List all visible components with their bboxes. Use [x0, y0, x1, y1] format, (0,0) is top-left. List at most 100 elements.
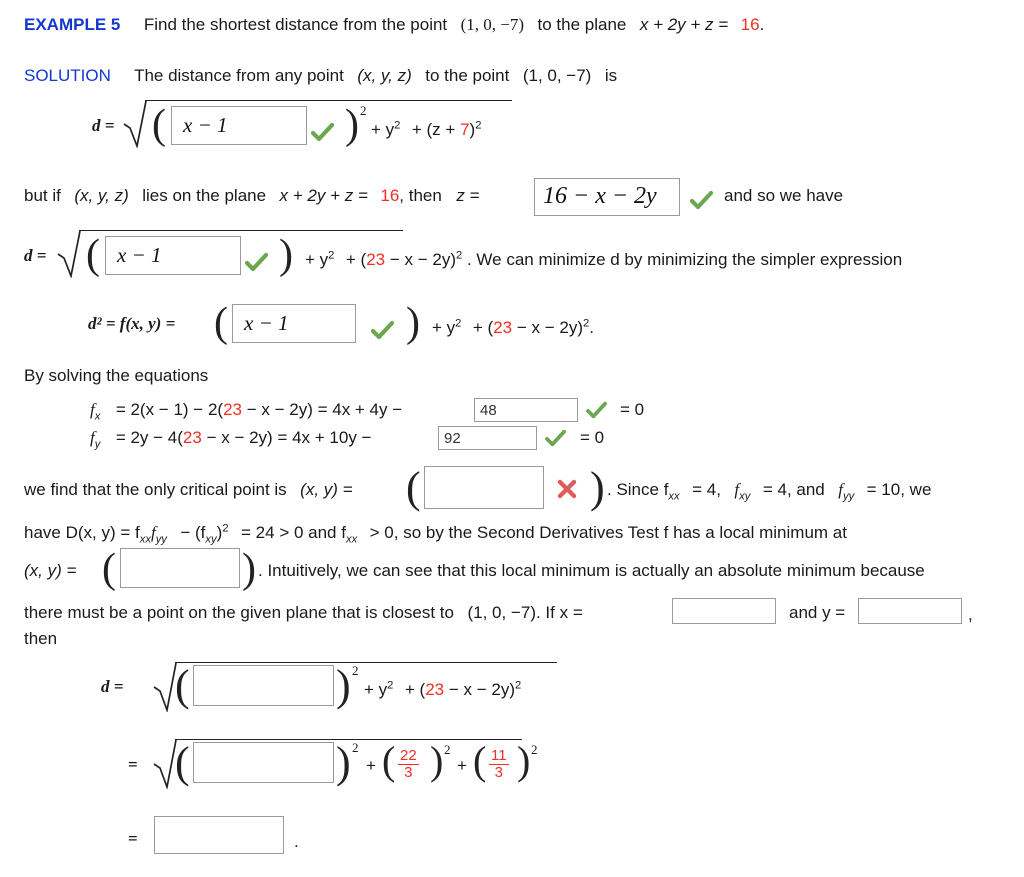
final2-exponent: 2 [352, 740, 359, 755]
eq1-tail: + y2 + (z + 7)2 [371, 119, 482, 139]
critical-tail-pre: . Since f [607, 480, 669, 499]
fxx-subscript-1: xx [668, 490, 680, 503]
eq2-group-exp: 2 [455, 249, 463, 262]
answer-box-fx[interactable]: 48 [474, 398, 578, 422]
problem-point: (1, 0, −7) [460, 15, 525, 34]
fraction-11-3: 11 3 [489, 748, 509, 781]
xy2-tail: . Intuitively, we can see that this loca… [258, 561, 925, 580]
answer-box-final3[interactable] [154, 816, 284, 854]
fy-equation: fy = 2y − 4(23 − x − 2y) = 4x + 10y − [90, 428, 371, 450]
final1-y-exp: 2 [387, 679, 394, 692]
cross-icon-critical [557, 479, 577, 499]
eq2-lhs: d = [24, 246, 47, 265]
fy-expr-pre: = 2y − 4( [115, 428, 183, 447]
final2-plus-2: + [457, 756, 467, 775]
check-icon-fx [586, 401, 608, 419]
check-icon-eq3 [371, 320, 395, 340]
D-mid-3: = 24 > 0 and f [241, 523, 346, 542]
answer-box-critical-point[interactable] [424, 466, 544, 509]
answer-box-final1[interactable] [193, 665, 334, 706]
xy-eq-label-2: (x, y) = [24, 561, 77, 580]
answer-box-y-value[interactable] [858, 598, 962, 624]
D-sub-yy: yy [155, 533, 167, 546]
plane-equation: x + 2y + z = [279, 186, 368, 205]
final1-mid: + y [364, 680, 388, 699]
problem-text-pre: Find the shortest distance from the poin… [143, 15, 448, 34]
answer-box-eq3[interactable]: x − 1 [232, 304, 356, 343]
eq1-tail-b: + (z + [411, 120, 456, 139]
fraction-22-3: 22 3 [398, 748, 419, 781]
closest-point-line: there must be a point on the given plane… [24, 604, 583, 621]
D-mid-1: − (f [180, 523, 206, 542]
final2-plus-1: + [366, 756, 376, 775]
example-heading: EXAMPLE 5 Find the shortest distance fro… [24, 16, 764, 33]
fraction-22-3-numerator: 22 [400, 747, 417, 764]
fxy-value: = 4, and [762, 480, 825, 499]
answer-box-xy-2[interactable] [120, 548, 240, 588]
eq1-open-paren: ( [152, 102, 166, 148]
final2-frac1-exponent: 2 [444, 742, 451, 757]
eq2-close-paren: ) [279, 232, 293, 278]
fx-expr-mid: − x − 2y) = 4x + 4y − [246, 400, 403, 419]
eq1-red-7: 7 [460, 120, 470, 139]
D-sub-xy: xy [205, 533, 217, 546]
answer-box-fy[interactable]: 92 [438, 426, 537, 450]
check-icon-eq1 [311, 122, 335, 142]
answer-box-final2[interactable] [193, 742, 334, 783]
final2-frac2-open-paren: ( [473, 738, 487, 783]
critical-tail: . Since fxx = 4, fxy = 4, and fyy = 10, … [607, 480, 932, 502]
answer-box-eq2[interactable]: x − 1 [105, 236, 241, 275]
eq1-close-paren: ) [345, 102, 359, 148]
fraction-11-3-denominator: 3 [489, 763, 509, 781]
closest-and-y: and y = [789, 603, 846, 622]
eq3-mid: + y [432, 318, 456, 337]
final3-period: . [294, 832, 299, 851]
fy-result: = 0 [580, 428, 605, 447]
fxx-value: = 4, [692, 480, 721, 499]
closest-point-val: (1, 0, −7) [467, 603, 536, 622]
answer-box-eq1[interactable]: x − 1 [171, 106, 307, 145]
plane-line-tail: and so we have [724, 186, 844, 205]
eq1-exponent: 2 [360, 103, 367, 118]
final2-open-paren: ( [175, 738, 190, 787]
fx-equation: fx = 2(x − 1) − 2(23 − x − 2y) = 4x + 4y… [90, 400, 403, 422]
final1-tail: + y2 + (23 − x − 2y)2 [364, 679, 521, 699]
D-exponent: 2 [222, 522, 229, 535]
fyy-value: = 10, we [866, 480, 932, 499]
solution-point-xyz: (x, y, z) [357, 66, 412, 85]
final1-red-23: 23 [425, 680, 445, 699]
fx-subscript: x [94, 410, 101, 423]
fy-subscript: y [94, 438, 101, 451]
eq3-lhs: d² = f(x, y) = [88, 315, 175, 332]
eq1-group-exp: 2 [475, 119, 482, 132]
closest-point-mid: . If x = [535, 603, 583, 622]
eq3-tail: + y2 + (23 − x − 2y)2. [432, 318, 594, 337]
plane-z-eq: z = [456, 186, 480, 205]
problem-period: . [759, 15, 765, 34]
D-sub-xx-2: xx [345, 533, 358, 546]
fraction-22-3-denominator: 3 [398, 763, 419, 781]
eq2-open-paren: ( [86, 232, 100, 278]
final2-frac1-open-paren: ( [382, 738, 396, 783]
solving-intro: By solving the equations [24, 366, 209, 385]
eq2-mid: + y [305, 250, 329, 269]
critical-open-paren: ( [406, 463, 421, 512]
answer-box-z[interactable]: 16 − x − 2y [534, 178, 680, 216]
fx-result: = 0 [620, 400, 645, 419]
eq1-lhs: d = [92, 116, 115, 135]
problem-plane-value: 16 [740, 15, 760, 34]
eq2-red-23: 23 [366, 250, 386, 269]
xy2-open-paren: ( [102, 546, 116, 592]
eq3-open: + ( [472, 318, 494, 337]
fx-red-23: 23 [223, 400, 242, 419]
eq3-period: . [589, 318, 594, 337]
plane-line-pre: but if (x, y, z) lies on the plane x + 2… [24, 187, 479, 204]
final1-open: + ( [404, 680, 426, 699]
fx-expr-pre: = 2(x − 1) − 2( [115, 400, 224, 419]
then-label: then [24, 629, 58, 648]
example-label: EXAMPLE 5 [24, 15, 121, 34]
answer-box-x-value[interactable] [672, 598, 776, 624]
critical-close-paren: ) [590, 463, 605, 512]
fraction-11-3-numerator: 11 [491, 747, 507, 764]
critical-point-text: we find that the only critical point is [24, 480, 287, 499]
